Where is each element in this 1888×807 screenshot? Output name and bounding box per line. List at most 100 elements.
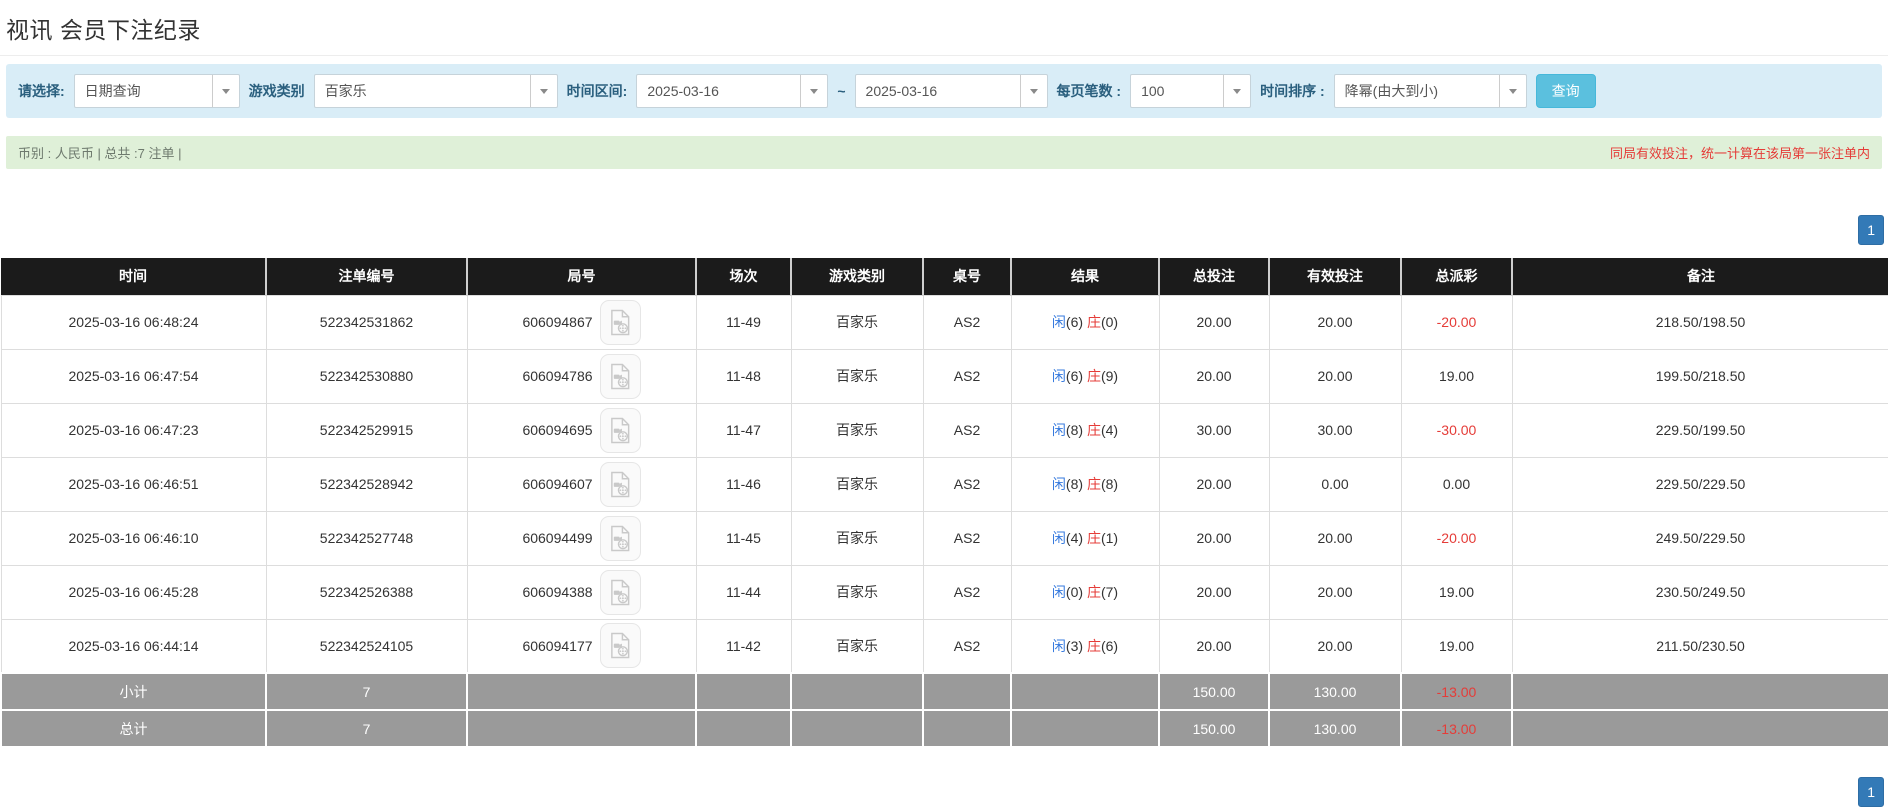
date-to-select[interactable]: 2025-03-16: [855, 74, 1048, 108]
total-row: 总计 7 150.00 130.00 -13.00: [1, 710, 1888, 747]
cell-result: 闲(6) 庄(0): [1011, 295, 1159, 349]
subtotal-row: 小计 7 150.00 130.00 -13.00: [1, 673, 1888, 710]
game-category-value: 百家乐: [315, 75, 530, 107]
cell-time: 2025-03-16 06:46:10: [1, 511, 266, 565]
table-row: 2025-03-16 06:48:24 522342531862 6060948…: [1, 295, 1888, 349]
video-replay-button[interactable]: [600, 570, 641, 615]
cell-total-bet-link[interactable]: 20.00: [1159, 295, 1269, 349]
col-bet-id: 注单编号: [266, 258, 467, 295]
game-category-select[interactable]: 百家乐: [314, 74, 558, 108]
subtotal-total-bet: 150.00: [1159, 673, 1269, 710]
subtotal-empty-cell: [1011, 673, 1159, 710]
subtotal-empty-cell: [467, 673, 696, 710]
result-player-score: (8): [1066, 476, 1083, 492]
cell-result: 闲(0) 庄(7): [1011, 565, 1159, 619]
subtotal-count: 7: [266, 673, 467, 710]
result-banker-score: (7): [1101, 584, 1118, 600]
notice-text: 同局有效投注，统一计算在该局第一张注单内: [1610, 143, 1870, 162]
video-replay-button[interactable]: [600, 354, 641, 399]
total-empty-cell: [467, 710, 696, 747]
title-bar: 视讯 会员下注纪录: [0, 0, 1888, 56]
total-payout: -13.00: [1401, 710, 1512, 747]
video-file-icon: [609, 309, 632, 336]
result-banker-label: 庄: [1087, 638, 1101, 654]
result-player-score: (0): [1066, 584, 1083, 600]
cell-session: 11-48: [696, 349, 791, 403]
cell-remark: 218.50/198.50: [1512, 295, 1888, 349]
col-game-type: 游戏类别: [791, 258, 923, 295]
cell-total-bet-link[interactable]: 20.00: [1159, 511, 1269, 565]
date-from-select[interactable]: 2025-03-16: [636, 74, 828, 108]
result-player-label: 闲: [1052, 584, 1066, 600]
col-table-no: 桌号: [923, 258, 1011, 295]
cell-session: 11-45: [696, 511, 791, 565]
result-banker-label: 庄: [1087, 422, 1101, 438]
col-result: 结果: [1011, 258, 1159, 295]
page-1-button-top[interactable]: 1: [1858, 215, 1884, 245]
cell-payout: 19.00: [1401, 349, 1512, 403]
date-from-value: 2025-03-16: [637, 75, 800, 107]
date-range-separator: ~: [837, 83, 845, 99]
result-player-score: (8): [1066, 422, 1083, 438]
result-banker-score: (4): [1101, 422, 1118, 438]
cell-session: 11-49: [696, 295, 791, 349]
subtotal-valid-bet: 130.00: [1269, 673, 1401, 710]
video-file-icon: [609, 579, 632, 606]
cell-valid-bet: 20.00: [1269, 619, 1401, 673]
cell-time: 2025-03-16 06:45:28: [1, 565, 266, 619]
col-session: 场次: [696, 258, 791, 295]
time-sort-label: 时间排序 :: [1260, 81, 1325, 101]
cell-payout: -30.00: [1401, 403, 1512, 457]
cell-round-id: 606094499: [467, 511, 696, 565]
cell-table-no: AS2: [923, 349, 1011, 403]
query-type-select[interactable]: 日期查询: [74, 74, 240, 108]
col-valid-bet: 有效投注: [1269, 258, 1401, 295]
table-header-row: 时间 注单编号 局号 场次 游戏类别 桌号 结果 总投注 有效投注 总派彩 备注: [1, 258, 1888, 295]
cell-table-no: AS2: [923, 565, 1011, 619]
cell-time: 2025-03-16 06:44:14: [1, 619, 266, 673]
result-player-label: 闲: [1052, 638, 1066, 654]
search-button[interactable]: 查询: [1536, 74, 1596, 108]
cell-time: 2025-03-16 06:48:24: [1, 295, 266, 349]
cell-total-bet-link[interactable]: 20.00: [1159, 349, 1269, 403]
table-row: 2025-03-16 06:47:23 522342529915 6060946…: [1, 403, 1888, 457]
time-sort-value: 降幂(由大到小): [1335, 75, 1499, 107]
query-type-label: 请选择:: [18, 81, 65, 101]
video-replay-button[interactable]: [600, 408, 641, 453]
total-valid-bet: 130.00: [1269, 710, 1401, 747]
page-1-button-bottom[interactable]: 1: [1858, 777, 1884, 807]
cell-session: 11-42: [696, 619, 791, 673]
cell-total-bet-link[interactable]: 20.00: [1159, 565, 1269, 619]
cell-total-bet-link[interactable]: 30.00: [1159, 403, 1269, 457]
currency-total-text: 币别 : 人民币 | 总共 :7 注单 |: [18, 143, 182, 162]
cell-result: 闲(4) 庄(1): [1011, 511, 1159, 565]
cell-bet-id: 522342527748: [266, 511, 467, 565]
cell-total-bet-link[interactable]: 20.00: [1159, 619, 1269, 673]
result-banker-label: 庄: [1087, 584, 1101, 600]
video-replay-button[interactable]: [600, 462, 641, 507]
round-id-text: 606094499: [522, 530, 592, 546]
video-replay-button[interactable]: [600, 623, 641, 668]
cell-valid-bet: 0.00: [1269, 457, 1401, 511]
cell-table-no: AS2: [923, 403, 1011, 457]
cell-remark: 229.50/199.50: [1512, 403, 1888, 457]
result-player-label: 闲: [1052, 314, 1066, 330]
total-label: 总计: [1, 710, 266, 747]
col-remark: 备注: [1512, 258, 1888, 295]
subtotal-payout: -13.00: [1401, 673, 1512, 710]
cell-round-id: 606094695: [467, 403, 696, 457]
total-empty-cell: [696, 710, 791, 747]
time-sort-select[interactable]: 降幂(由大到小): [1334, 74, 1527, 108]
cell-game-type: 百家乐: [791, 457, 923, 511]
total-total-bet: 150.00: [1159, 710, 1269, 747]
video-replay-button[interactable]: [600, 516, 641, 561]
chevron-down-icon: [212, 75, 239, 107]
video-replay-button[interactable]: [600, 300, 641, 345]
pagination-bottom: 1: [0, 777, 1888, 807]
cell-total-bet-link[interactable]: 20.00: [1159, 457, 1269, 511]
subtotal-empty-cell: [791, 673, 923, 710]
page-size-select[interactable]: 100: [1130, 74, 1251, 108]
round-id-text: 606094695: [522, 422, 592, 438]
cell-remark: 199.50/218.50: [1512, 349, 1888, 403]
video-file-icon: [609, 471, 632, 498]
